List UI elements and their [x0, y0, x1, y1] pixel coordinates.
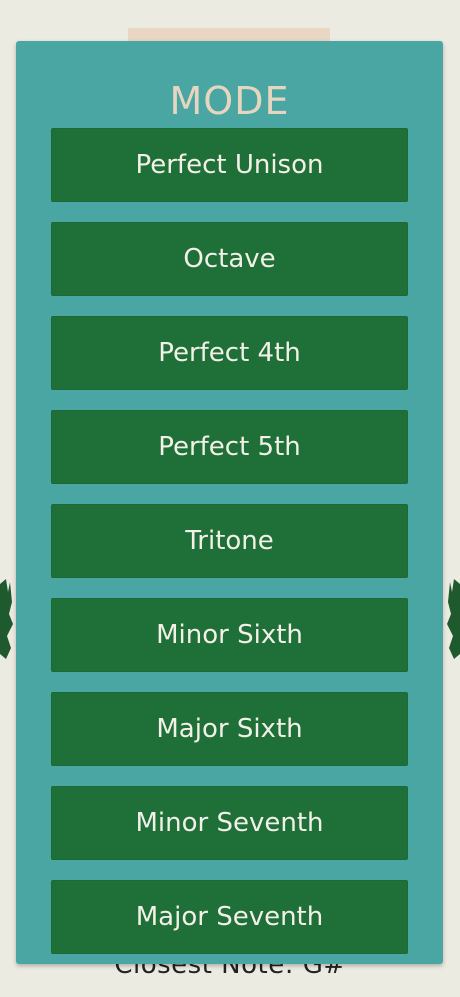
mode-option-minor-seventh[interactable]: Minor Seventh: [51, 786, 408, 860]
mode-option-minor-sixth[interactable]: Minor Sixth: [51, 598, 408, 672]
mode-options-list: Perfect Unison Octave Perfect 4th Perfec…: [51, 128, 408, 954]
mode-option-perfect-unison[interactable]: Perfect Unison: [51, 128, 408, 202]
mode-selection-dialog: MODE Perfect Unison Octave Perfect 4th P…: [16, 41, 443, 964]
waveform-left-edge: [0, 579, 13, 659]
mode-option-tritone[interactable]: Tritone: [51, 504, 408, 578]
mode-option-perfect-5th[interactable]: Perfect 5th: [51, 410, 408, 484]
mode-option-octave[interactable]: Octave: [51, 222, 408, 296]
mode-option-major-sixth[interactable]: Major Sixth: [51, 692, 408, 766]
mode-option-major-seventh[interactable]: Major Seventh: [51, 880, 408, 954]
mode-option-perfect-4th[interactable]: Perfect 4th: [51, 316, 408, 390]
waveform-right-edge: [447, 579, 460, 659]
dialog-title: MODE: [169, 79, 290, 123]
